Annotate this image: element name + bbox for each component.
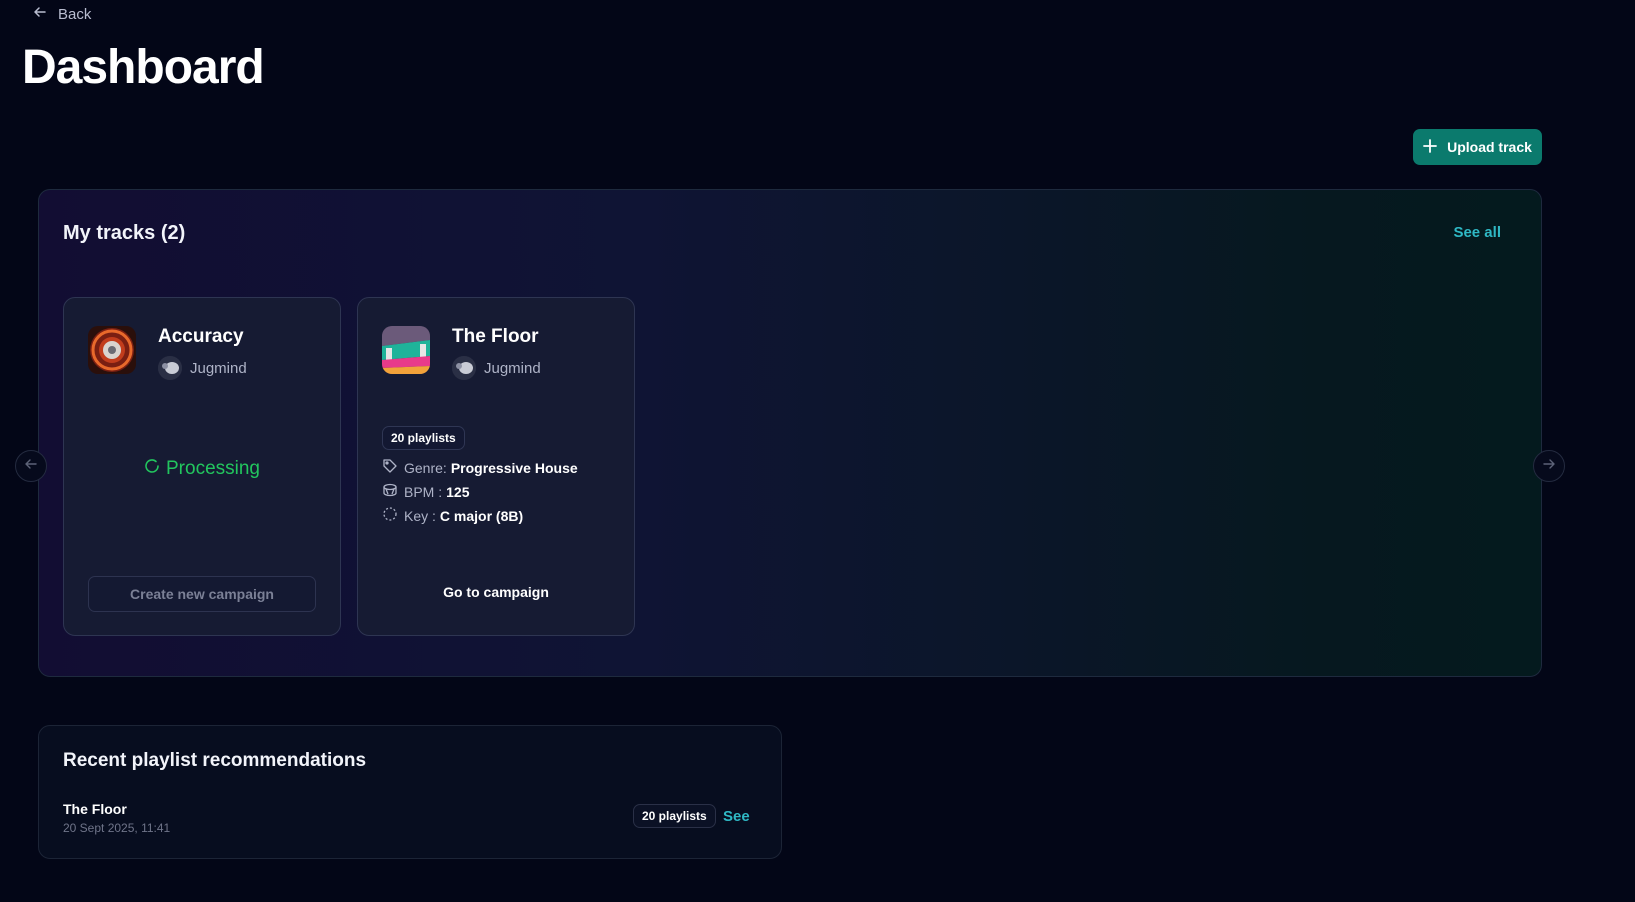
drum-icon	[382, 482, 400, 501]
create-campaign-button[interactable]: Create new campaign	[88, 576, 316, 612]
bpm-value: 125	[446, 483, 470, 500]
back-label: Back	[58, 5, 92, 23]
track-card[interactable]: Accuracy Jugmind Processing Create new c…	[63, 297, 341, 636]
plus-icon	[1423, 138, 1437, 156]
genre-value: Progressive House	[450, 459, 578, 476]
upload-track-label: Upload track	[1447, 139, 1532, 155]
playlists-badge: 20 playlists	[633, 804, 716, 828]
playlists-badge: 20 playlists	[382, 426, 465, 450]
recommendations-panel: Recent playlist recommendations The Floo…	[38, 725, 782, 859]
arrow-left-icon	[32, 4, 48, 24]
arrow-left-icon	[24, 457, 38, 476]
avatar	[452, 356, 476, 380]
avatar	[158, 356, 182, 380]
genre-row: Genre: Progressive House	[382, 458, 578, 477]
key-row: Key : C major (8B)	[382, 506, 523, 525]
track-card[interactable]: The Floor Jugmind 20 playlists Genre: Pr…	[357, 297, 635, 636]
carousel-prev-button[interactable]	[15, 450, 47, 482]
dashed-circle-icon	[382, 506, 400, 525]
spinner-icon	[144, 458, 160, 480]
track-name: The Floor	[452, 326, 539, 347]
artist-row: Jugmind	[158, 356, 247, 380]
artist-name: Jugmind	[190, 359, 247, 377]
my-tracks-panel: My tracks (2) See all Accuracy Jugmind P…	[38, 189, 1542, 677]
upload-track-button[interactable]: Upload track	[1413, 129, 1542, 165]
genre-label: Genre:	[404, 459, 447, 476]
recommendation-track-name: The Floor	[63, 801, 127, 817]
artist-name: Jugmind	[484, 359, 541, 377]
key-value: C major (8B)	[439, 507, 524, 524]
track-cover-image	[382, 326, 430, 374]
see-recommendation-link[interactable]: See	[723, 808, 750, 825]
arrow-right-icon	[1542, 457, 1556, 476]
go-to-campaign-button[interactable]: Go to campaign	[358, 584, 634, 600]
track-name: Accuracy	[158, 326, 244, 347]
carousel-next-button[interactable]	[1533, 450, 1565, 482]
recommendation-date: 20 Sept 2025, 11:41	[63, 821, 171, 835]
tag-icon	[382, 458, 400, 477]
key-label: Key :	[404, 507, 436, 524]
recommendations-title: Recent playlist recommendations	[63, 750, 367, 771]
page-title: Dashboard	[22, 41, 265, 94]
artist-row: Jugmind	[452, 356, 541, 380]
see-all-link[interactable]: See all	[1453, 224, 1501, 241]
bpm-label: BPM :	[404, 483, 443, 500]
processing-status: Processing	[64, 458, 340, 480]
dashboard-page: Back Dashboard Upload track My tracks (2…	[0, 0, 1635, 902]
back-link[interactable]: Back	[32, 4, 91, 24]
track-cover-image	[88, 326, 136, 374]
bpm-row: BPM : 125	[382, 482, 469, 501]
processing-label: Processing	[166, 458, 260, 479]
my-tracks-title: My tracks (2)	[63, 222, 186, 244]
